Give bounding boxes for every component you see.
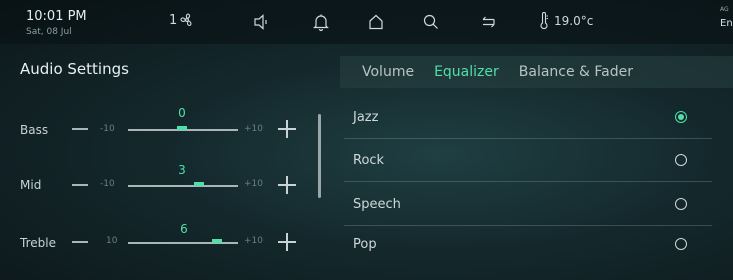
bass-slider-thumb[interactable] xyxy=(177,126,187,130)
temperature-readout[interactable]: 19.0°c xyxy=(538,12,593,30)
treble-value: 6 xyxy=(180,222,188,236)
preset-radio-selected[interactable] xyxy=(675,111,687,123)
top-status-bar: 10:01 PM Sat, 08 Jul 1 19.0°c AG En xyxy=(0,0,733,44)
settings-tabs: Volume Equalizer Balance & Fader xyxy=(340,56,733,88)
status-right-small: AG xyxy=(720,6,729,13)
eq-band-label: Treble xyxy=(20,236,56,250)
home-icon[interactable] xyxy=(366,12,386,32)
return-icon[interactable] xyxy=(478,12,498,32)
preset-radio[interactable] xyxy=(675,154,687,166)
eq-max-label: +10 xyxy=(244,124,263,134)
eq-min-label: -10 xyxy=(100,124,115,134)
eq-band-treble: Treble 10 6 +10 xyxy=(0,222,320,258)
preset-rock[interactable]: Rock xyxy=(344,141,712,182)
tab-equalizer[interactable]: Equalizer xyxy=(434,64,499,80)
tab-balance-fader[interactable]: Balance & Fader xyxy=(519,64,633,80)
clock-time: 10:01 PM xyxy=(26,9,87,24)
mid-slider-thumb[interactable] xyxy=(194,182,204,186)
bass-increase-button[interactable] xyxy=(278,120,296,138)
preset-label: Rock xyxy=(353,153,385,168)
fan-control[interactable]: 1 xyxy=(169,12,195,28)
fan-level: 1 xyxy=(169,12,178,28)
status-right-label: En xyxy=(720,18,733,29)
mid-slider[interactable] xyxy=(128,185,238,187)
preset-radio[interactable] xyxy=(675,198,687,210)
eq-scrollbar[interactable] xyxy=(318,114,321,198)
eq-max-label: +10 xyxy=(244,179,263,189)
fan-icon xyxy=(180,13,192,26)
preset-label: Pop xyxy=(353,237,377,252)
eq-max-label: +10 xyxy=(244,236,263,246)
preset-jazz[interactable]: Jazz xyxy=(344,98,712,139)
eq-band-mid: Mid -10 3 +10 xyxy=(0,163,320,200)
eq-band-label: Mid xyxy=(20,178,42,192)
bass-decrease-button[interactable] xyxy=(72,128,88,130)
mid-decrease-button[interactable] xyxy=(72,184,88,186)
preset-label: Speech xyxy=(353,197,401,212)
mid-value: 3 xyxy=(178,163,186,177)
eq-band-label: Bass xyxy=(20,123,49,137)
preset-label: Jazz xyxy=(353,110,379,125)
preset-speech[interactable]: Speech xyxy=(344,185,712,226)
eq-band-bass: Bass -10 0 +10 xyxy=(0,106,320,144)
treble-slider-thumb[interactable] xyxy=(212,239,222,243)
treble-decrease-button[interactable] xyxy=(72,241,88,243)
preset-pop[interactable]: Pop xyxy=(344,225,712,265)
mid-increase-button[interactable] xyxy=(278,176,296,194)
treble-increase-button[interactable] xyxy=(278,233,296,251)
preset-radio[interactable] xyxy=(675,238,687,250)
bell-icon[interactable] xyxy=(311,12,331,32)
eq-min-label: -10 xyxy=(100,179,115,189)
temperature-value: 19.0°c xyxy=(554,14,594,28)
clock-date: Sat, 08 Jul xyxy=(26,27,72,37)
eq-min-label: 10 xyxy=(106,236,118,246)
tab-volume[interactable]: Volume xyxy=(362,64,414,80)
search-icon[interactable] xyxy=(421,12,441,32)
thermometer-icon xyxy=(540,12,548,30)
page-title: Audio Settings xyxy=(20,60,129,78)
bass-value: 0 xyxy=(178,106,186,120)
speaker-icon[interactable] xyxy=(252,12,272,32)
